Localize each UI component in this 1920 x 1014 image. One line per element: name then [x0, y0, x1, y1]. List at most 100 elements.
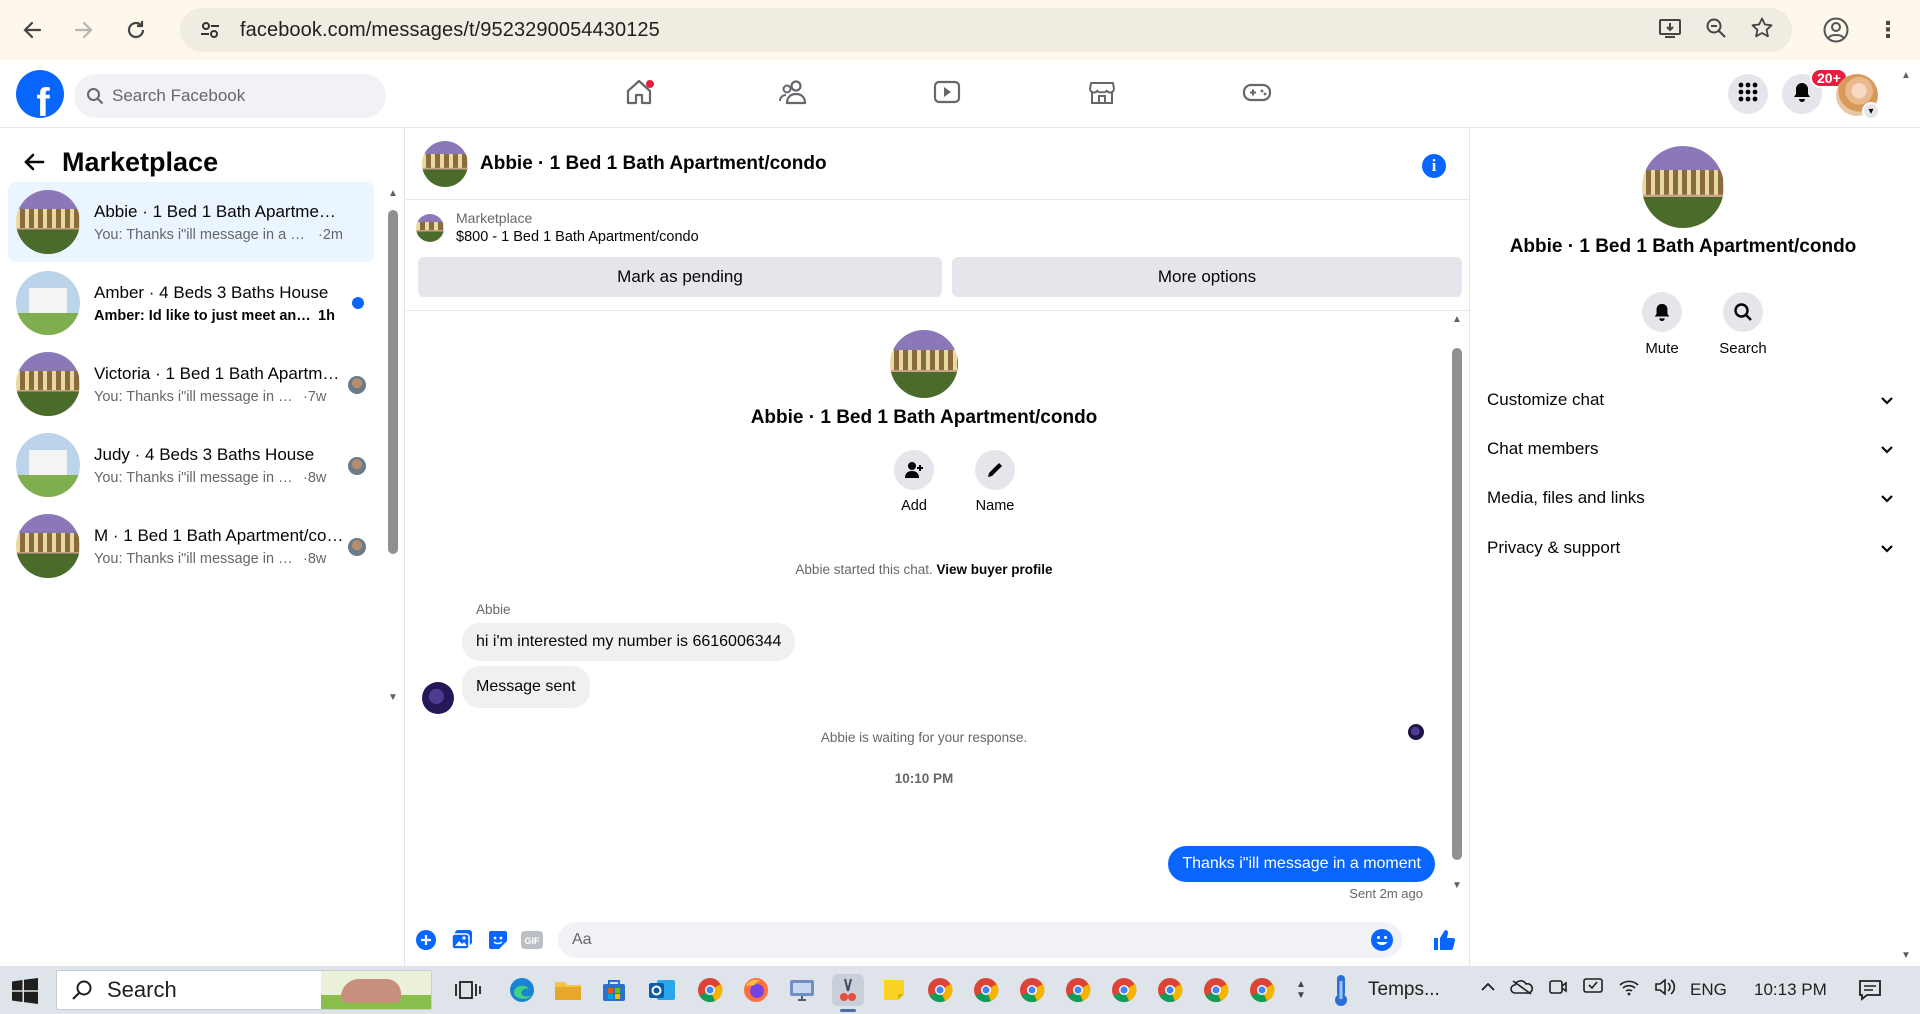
nav-marketplace[interactable] [1047, 60, 1157, 128]
wifi-icon[interactable] [1618, 978, 1640, 1002]
onedrive-icon[interactable] [1510, 979, 1534, 1001]
photo-icon[interactable] [448, 926, 476, 954]
conversation-item[interactable]: Amber · 4 Beds 3 Baths House Amber: Id l… [8, 263, 374, 343]
conversation-item[interactable]: Judy · 4 Beds 3 Baths House You: Thanks … [8, 425, 374, 505]
chrome-window-icon[interactable] [1154, 974, 1186, 1006]
scroll-down-icon[interactable]: ▼ [1450, 880, 1464, 891]
weather-widget[interactable]: Temps... [1330, 966, 1440, 1014]
incoming-message[interactable]: hi i'm interested my number is 661600634… [462, 623, 796, 661]
site-settings-icon[interactable] [192, 19, 228, 41]
info-icon[interactable]: i [1422, 154, 1446, 178]
forward-arrow-icon[interactable] [64, 10, 104, 50]
privacy-support-section[interactable]: Privacy & support [1487, 528, 1895, 568]
volume-icon[interactable] [1654, 978, 1676, 1002]
thumbs-up-icon[interactable] [1430, 926, 1458, 954]
chrome-window-icon[interactable] [1246, 974, 1278, 1006]
bookmark-star-icon[interactable] [1750, 16, 1774, 45]
message-field[interactable] [558, 922, 1402, 958]
notification-center-icon[interactable] [1858, 966, 1882, 1014]
url-text[interactable]: facebook.com/messages/t/9523290054430125 [240, 19, 660, 42]
chat-scrollbar[interactable]: ▲ ▼ [1450, 314, 1464, 896]
emoji-icon[interactable] [1370, 928, 1394, 952]
name-chat-button[interactable]: Name [965, 450, 1025, 514]
search-in-chat-button[interactable]: Search [1708, 292, 1778, 357]
mark-as-pending-button[interactable]: Mark as pending [418, 257, 942, 297]
media-files-links-section[interactable]: Media, files and links [1487, 478, 1895, 518]
scroll-up-icon[interactable]: ▲ [1899, 70, 1913, 81]
facebook-search-input[interactable] [112, 86, 362, 106]
file-explorer-icon[interactable] [552, 974, 584, 1006]
sticker-icon[interactable] [484, 926, 512, 954]
nav-friends[interactable] [738, 60, 848, 128]
sender-avatar[interactable] [422, 682, 454, 714]
taskbar-scroll[interactable]: ▲ ▼ [1296, 966, 1306, 1014]
outgoing-message[interactable]: Thanks i"ill message in a moment [1168, 846, 1435, 882]
listing-summary[interactable]: Marketplace $800 - 1 Bed 1 Bath Apartmen… [416, 210, 699, 245]
section-label: Chat members [1487, 439, 1599, 458]
sticky-notes-icon[interactable] [878, 974, 910, 1006]
more-options-button[interactable]: More options [952, 257, 1462, 297]
chat-members-section[interactable]: Chat members [1487, 429, 1895, 469]
page-scrollbar[interactable]: ▲ ▼ [1899, 70, 1913, 966]
chat-avatar[interactable] [422, 140, 468, 187]
conversation-item[interactable]: Abbie · 1 Bed 1 Bath Apartment/condo You… [8, 182, 374, 262]
chrome-window-icon[interactable] [1062, 974, 1094, 1006]
browser-menu-icon[interactable]: ⋮ [1872, 12, 1904, 48]
gaming-icon [1242, 77, 1272, 112]
windows-start-icon[interactable] [12, 978, 38, 1004]
chrome-window-icon[interactable] [924, 974, 956, 1006]
view-buyer-profile-link[interactable]: View buyer profile [937, 562, 1053, 577]
chevron-up-icon[interactable]: ▲ [1296, 979, 1306, 990]
language-indicator[interactable]: ENG [1690, 980, 1727, 1000]
add-people-button[interactable]: Add [884, 450, 944, 514]
store-icon[interactable] [598, 974, 630, 1006]
reload-icon[interactable] [116, 10, 156, 50]
chevron-up-icon[interactable] [1480, 979, 1496, 1001]
mute-button[interactable]: Mute [1627, 292, 1697, 357]
nav-home[interactable] [584, 60, 694, 128]
plus-circle-icon[interactable] [412, 926, 440, 954]
task-view-icon[interactable] [452, 974, 484, 1006]
facebook-logo-icon[interactable]: f [16, 70, 64, 118]
incoming-message[interactable]: Message sent [462, 666, 590, 708]
chat-title[interactable]: Abbie · 1 Bed 1 Bath Apartment/condo [480, 153, 827, 175]
chrome-window-icon[interactable] [1016, 974, 1048, 1006]
camera-icon[interactable] [1548, 978, 1568, 1002]
scroll-up-icon[interactable]: ▲ [1450, 314, 1464, 325]
scroll-down-icon[interactable]: ▼ [386, 692, 400, 703]
back-arrow-icon[interactable] [12, 10, 52, 50]
facebook-search[interactable] [74, 74, 386, 118]
display-icon[interactable] [1582, 977, 1604, 1003]
remote-desktop-icon[interactable] [786, 974, 818, 1006]
address-bar[interactable]: facebook.com/messages/t/9523290054430125 [180, 8, 1792, 52]
scroll-thumb[interactable] [1452, 348, 1462, 860]
chevron-down-icon[interactable]: ▼ [1296, 990, 1306, 1001]
zoom-icon[interactable] [1704, 16, 1728, 45]
taskbar-search[interactable]: Search [56, 970, 432, 1010]
outlook-icon[interactable] [646, 974, 678, 1006]
chrome-icon[interactable] [694, 974, 726, 1006]
message-input[interactable] [572, 931, 1332, 949]
install-app-icon[interactable] [1658, 16, 1682, 45]
gif-icon[interactable]: GIF [518, 926, 546, 954]
edge-icon[interactable] [506, 974, 538, 1006]
nav-gaming[interactable] [1202, 60, 1312, 128]
firefox-icon[interactable] [740, 974, 772, 1006]
scroll-up-icon[interactable]: ▲ [386, 188, 400, 199]
nav-video[interactable] [892, 60, 1002, 128]
chrome-window-icon[interactable] [1200, 974, 1232, 1006]
sidebar-scrollbar[interactable]: ▲ ▼ [386, 188, 400, 708]
menu-grid-button[interactable] [1728, 74, 1768, 114]
snipping-tool-icon[interactable] [832, 974, 864, 1012]
chevron-down-icon[interactable]: ▾ [1862, 102, 1880, 120]
scroll-thumb[interactable] [388, 210, 398, 554]
clock[interactable]: 10:13 PM [1754, 966, 1827, 1014]
scroll-down-icon[interactable]: ▼ [1899, 950, 1913, 961]
conversation-item[interactable]: M · 1 Bed 1 Bath Apartment/condo You: Th… [8, 506, 374, 586]
browser-profile-icon[interactable] [1818, 12, 1854, 48]
conversation-item[interactable]: Victoria · 1 Bed 1 Bath Apartment/condo … [8, 344, 374, 424]
chrome-window-icon[interactable] [970, 974, 1002, 1006]
customize-chat-section[interactable]: Customize chat [1487, 380, 1895, 420]
back-arrow-icon[interactable] [22, 150, 52, 174]
chrome-window-icon[interactable] [1108, 974, 1140, 1006]
